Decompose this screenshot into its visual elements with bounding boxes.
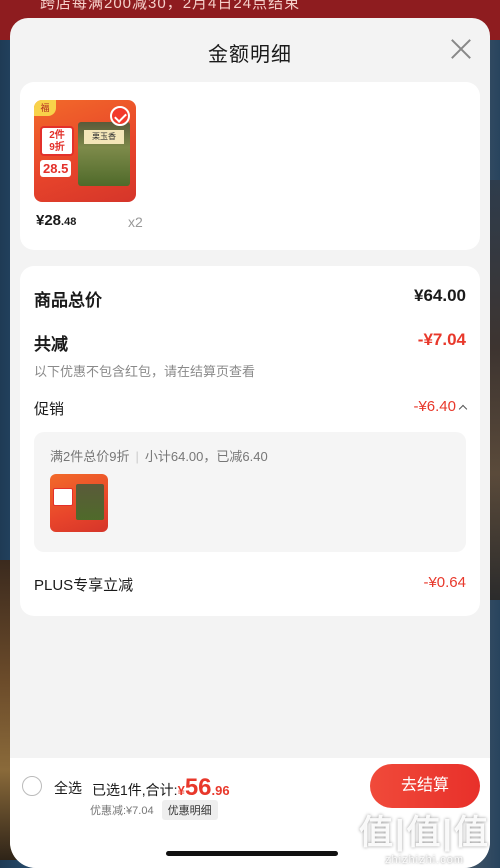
total-reduce-label: 共减 bbox=[34, 335, 68, 354]
promo-banner-text: 跨店每满200减30，2月4日24点结束 bbox=[40, 0, 301, 12]
mini-discount-tag bbox=[53, 488, 73, 506]
discount-detail-button[interactable]: 优惠明细 bbox=[161, 800, 218, 820]
thumb-pack-label: 栗玉香 bbox=[84, 130, 124, 144]
goods-total-value: ¥64.00 bbox=[414, 286, 466, 305]
checkmark-icon[interactable] bbox=[110, 106, 130, 126]
promo-product-thumbnail[interactable] bbox=[50, 474, 108, 532]
sheet-header: 金额明细 bbox=[10, 18, 490, 80]
plus-discount-value: -¥0.64 bbox=[423, 574, 466, 591]
selected-total: 已选1件,合计:¥56.96 bbox=[92, 774, 230, 802]
watermark-logo: 值|值|值 bbox=[358, 814, 490, 852]
promo-divider: | bbox=[135, 449, 139, 464]
close-icon[interactable] bbox=[450, 38, 472, 60]
promo-rule: 满2件总价9折 bbox=[50, 449, 130, 464]
discount-line: 优惠减:¥7.04 优惠明细 bbox=[90, 800, 218, 820]
total-cents: .96 bbox=[211, 783, 230, 798]
mini-package-image bbox=[76, 484, 104, 520]
chevron-up-icon[interactable] bbox=[458, 404, 468, 414]
product-price: ¥28.48 bbox=[36, 212, 76, 229]
discount-text: 优惠减:¥7.04 bbox=[90, 805, 154, 817]
promo-row[interactable]: 促销 -¥6.40 bbox=[34, 398, 468, 419]
thumb-package-image: 栗玉香 bbox=[78, 122, 130, 186]
thumb-discount-tag: 2件 9折 bbox=[40, 126, 74, 156]
thumb-tag-line1: 2件 bbox=[49, 130, 65, 141]
promo-value-text: -¥6.40 bbox=[413, 398, 456, 415]
plus-discount-label: PLUS专享立减 bbox=[34, 577, 134, 594]
select-all-radio[interactable] bbox=[22, 776, 42, 796]
promo-detail-box: 满2件总价9折 | 小计64.00，已减6.40 bbox=[34, 432, 466, 552]
product-price-main: ¥28 bbox=[36, 212, 62, 229]
amount-summary-card: 商品总价 ¥64.00 共减 -¥7.04 以下优惠不包含红包，请在结算页查看 … bbox=[20, 266, 480, 616]
goods-total-label: 商品总价 bbox=[34, 291, 102, 310]
selected-prefix: 已选1件,合计: bbox=[92, 782, 178, 798]
checkout-button[interactable]: 去结算 bbox=[370, 764, 480, 808]
promo-description: 满2件总价9折 | 小计64.00，已减6.40 bbox=[50, 446, 268, 465]
thumb-tag-line2: 9折 bbox=[49, 142, 65, 153]
product-quantity: x2 bbox=[128, 214, 143, 230]
amount-detail-sheet: 金额明细 福 2件 9折 28.5 栗玉香 ¥28.48 x2 商品总价 ¥64… bbox=[10, 18, 490, 868]
promo-subtotal: 小计64.00，已减6.40 bbox=[144, 449, 268, 464]
thumb-fu-badge: 福 bbox=[34, 100, 56, 116]
watermark: 值|值|值 zhizhizhi.com bbox=[359, 805, 490, 866]
product-card: 福 2件 9折 28.5 栗玉香 ¥28.48 x2 bbox=[20, 82, 480, 250]
thumb-price: 28.5 bbox=[40, 160, 72, 177]
total-yen: ¥ bbox=[177, 783, 185, 798]
total-amount: ¥56.96 bbox=[177, 774, 230, 801]
select-all-label[interactable]: 全选 bbox=[54, 778, 82, 798]
promo-value[interactable]: -¥6.40 bbox=[413, 398, 468, 415]
total-reduce-row: 共减 -¥7.04 以下优惠不包含红包，请在结算页查看 bbox=[34, 330, 466, 380]
home-indicator bbox=[166, 851, 338, 856]
sheet-title: 金额明细 bbox=[208, 44, 292, 66]
promo-label: 促销 bbox=[34, 401, 65, 418]
total-reduce-value: -¥7.04 bbox=[417, 330, 466, 349]
plus-discount-row: PLUS专享立减 -¥0.64 bbox=[34, 574, 466, 595]
product-thumbnail[interactable]: 福 2件 9折 28.5 栗玉香 bbox=[34, 100, 136, 202]
goods-total-row: 商品总价 ¥64.00 bbox=[34, 286, 466, 311]
watermark-url: zhizhizhi.com bbox=[384, 854, 464, 866]
product-price-cents: .48 bbox=[61, 216, 77, 228]
reduce-note: 以下优惠不包含红包，请在结算页查看 bbox=[34, 364, 256, 379]
total-integer: 56 bbox=[184, 774, 212, 801]
